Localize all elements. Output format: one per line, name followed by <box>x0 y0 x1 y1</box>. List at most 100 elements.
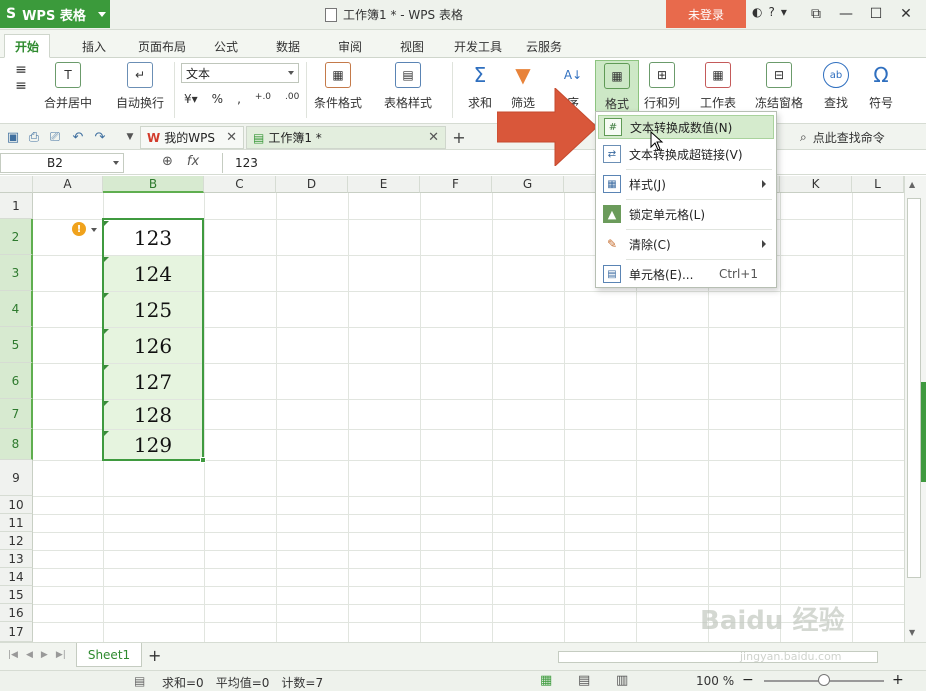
zoom-in-icon[interactable]: + <box>892 672 904 688</box>
row-header[interactable]: 8 <box>0 429 33 460</box>
row-header[interactable]: 4 <box>0 291 33 327</box>
conditional-format-button[interactable]: ▦ 条件格式 <box>314 62 362 111</box>
tab-view[interactable]: 视图 <box>390 34 434 58</box>
number-format-select[interactable]: 文本 <box>181 63 299 83</box>
print-preview-icon[interactable]: ⎚ <box>47 129 63 145</box>
chevron-down-icon[interactable] <box>91 228 97 232</box>
col-header[interactable]: F <box>420 176 492 193</box>
wrap-text-button[interactable]: ↵ 自动换行 <box>116 62 164 111</box>
menu-item-lock-cell[interactable]: ▲ 锁定单元格(L) <box>598 202 774 226</box>
table-style-button[interactable]: ▤ 表格样式 <box>384 62 432 111</box>
currency-icon[interactable]: ¥▾ <box>184 92 198 106</box>
rows-columns-button[interactable]: ⊞ 行和列 <box>644 62 680 111</box>
col-header[interactable]: E <box>348 176 420 193</box>
sum-button[interactable]: Σ 求和 <box>467 62 493 111</box>
col-header[interactable]: B <box>103 176 204 193</box>
comma-button[interactable]: , <box>237 92 241 106</box>
row-header[interactable]: 17 <box>0 622 33 642</box>
next-sheet-icon[interactable]: ▶ <box>41 650 48 660</box>
app-menu-button[interactable]: S WPS 表格 <box>0 0 110 28</box>
restore-panel-icon[interactable]: ⧉ <box>802 3 830 25</box>
col-header[interactable]: C <box>204 176 276 193</box>
row-header[interactable]: 10 <box>0 496 33 514</box>
name-box[interactable]: B2 <box>0 153 124 173</box>
col-header[interactable]: L <box>852 176 904 193</box>
select-all-corner[interactable] <box>0 176 33 193</box>
row-header[interactable]: 1 <box>0 193 33 219</box>
freeze-panes-button[interactable]: ⊟ 冻结窗格 <box>755 62 803 111</box>
options-icon[interactable]: ▾ <box>781 5 787 19</box>
row-header[interactable]: 12 <box>0 532 33 550</box>
menu-item-clear[interactable]: ✎ 清除(C) <box>598 232 774 256</box>
side-panel-toggle[interactable] <box>921 382 926 482</box>
fx-icon[interactable]: fx <box>187 154 199 169</box>
tab-workbook1[interactable]: ▤ 工作簿1 * ✕ <box>246 126 446 149</box>
row-header[interactable]: 14 <box>0 568 33 586</box>
row-header[interactable]: 3 <box>0 255 33 291</box>
save-icon[interactable]: ▣ <box>5 129 21 145</box>
menu-item-text-to-hyperlink[interactable]: ⇄ 文本转换成超链接(V) <box>598 142 774 166</box>
zoom-icon[interactable]: ⊕ <box>162 154 173 169</box>
normal-view-icon[interactable]: ▦ <box>540 673 552 688</box>
undo-icon[interactable]: ↶ <box>70 129 86 145</box>
command-search[interactable]: ⌕ 点此查找命令 <box>800 129 885 146</box>
row-header[interactable]: 16 <box>0 604 33 622</box>
close-icon[interactable]: ✕ <box>428 130 439 145</box>
decrease-decimal-icon[interactable]: .00 <box>285 92 299 106</box>
tab-developer[interactable]: 开发工具 <box>444 34 512 58</box>
zoom-slider-knob[interactable] <box>818 674 830 686</box>
col-header[interactable]: D <box>276 176 348 193</box>
vertical-scrollbar[interactable]: ▲ ▼ <box>904 176 926 642</box>
col-header[interactable]: G <box>492 176 564 193</box>
tab-home[interactable]: 开始 <box>4 34 51 58</box>
row-header[interactable]: 11 <box>0 514 33 532</box>
prev-sheet-icon[interactable]: ◀ <box>26 650 33 660</box>
new-tab-icon[interactable]: + <box>451 128 467 147</box>
tab-data[interactable]: 数据 <box>266 34 310 58</box>
merge-center-button[interactable]: T 合并居中 <box>44 62 92 111</box>
add-sheet-icon[interactable]: + <box>148 646 161 665</box>
tab-insert[interactable]: 插入 <box>72 34 116 58</box>
row-header[interactable]: 9 <box>0 460 33 496</box>
sheet-tab-sheet1[interactable]: Sheet1 <box>76 643 142 667</box>
tab-cloud[interactable]: 云服务 <box>516 34 572 58</box>
help-icon[interactable]: ? <box>768 5 774 19</box>
tab-page-layout[interactable]: 页面布局 <box>128 34 196 58</box>
page-break-view-icon[interactable]: ▥ <box>616 673 628 688</box>
row-header[interactable]: 13 <box>0 550 33 568</box>
customize-icon[interactable]: ▼ <box>122 129 138 145</box>
close-icon[interactable]: ✕ <box>226 130 237 145</box>
login-button[interactable]: 未登录 <box>666 0 746 28</box>
menu-item-text-to-number[interactable]: # 文本转换成数值(N) <box>598 115 774 139</box>
skin-icon[interactable]: ◐ <box>752 5 762 19</box>
tab-review[interactable]: 审阅 <box>328 34 372 58</box>
last-sheet-icon[interactable]: ▶| <box>56 650 66 660</box>
indent-icon[interactable]: ≡ ≡ <box>10 62 32 94</box>
row-header[interactable]: 2 <box>0 219 33 255</box>
col-header[interactable]: K <box>780 176 852 193</box>
row-header[interactable]: 6 <box>0 363 33 399</box>
print-icon[interactable]: ⎙ <box>26 129 42 145</box>
maximize-button[interactable]: ☐ <box>862 3 890 25</box>
menu-item-cell-format[interactable]: ▤ 单元格(E)... Ctrl+1 <box>598 262 774 286</box>
scroll-thumb[interactable] <box>907 198 921 578</box>
symbol-button[interactable]: Ω 符号 <box>868 62 894 111</box>
redo-icon[interactable]: ↷ <box>92 129 108 145</box>
col-header[interactable]: A <box>33 176 103 193</box>
first-sheet-icon[interactable]: |◀ <box>8 650 18 660</box>
minimize-button[interactable]: — <box>832 3 860 25</box>
tab-formulas[interactable]: 公式 <box>204 34 248 58</box>
fill-handle[interactable] <box>200 457 206 463</box>
row-header[interactable]: 5 <box>0 327 33 363</box>
increase-decimal-icon[interactable]: +.0 <box>255 92 271 106</box>
percent-button[interactable]: % <box>212 92 223 106</box>
warning-icon[interactable]: ! <box>72 222 86 236</box>
close-button[interactable]: ✕ <box>892 3 920 25</box>
menu-item-style[interactable]: ▦ 样式(J) <box>598 172 774 196</box>
row-header[interactable]: 7 <box>0 399 33 429</box>
row-header[interactable]: 15 <box>0 586 33 604</box>
zoom-out-icon[interactable]: − <box>742 672 754 688</box>
find-button[interactable]: ab 查找 <box>823 62 849 111</box>
tab-my-wps[interactable]: W 我的WPS ✕ <box>140 126 244 149</box>
worksheet-button[interactable]: ▦ 工作表 <box>700 62 736 111</box>
